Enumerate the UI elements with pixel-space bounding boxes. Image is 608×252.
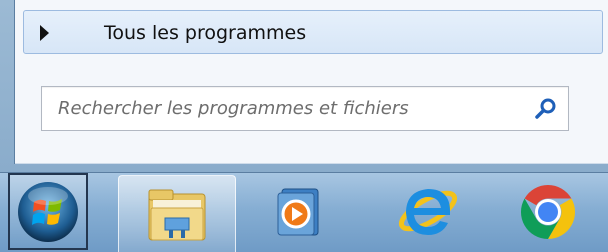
taskbar-media-player-button[interactable] bbox=[262, 173, 342, 252]
all-programs-label: Tous les programmes bbox=[104, 22, 307, 44]
internet-explorer-icon bbox=[398, 189, 458, 235]
start-menu: Tous les programmes bbox=[0, 0, 608, 172]
google-chrome-icon bbox=[520, 185, 576, 239]
taskbar-internet-explorer-button[interactable] bbox=[388, 173, 468, 252]
search-icon[interactable] bbox=[534, 97, 558, 121]
windows-orb-icon bbox=[18, 182, 78, 242]
start-button[interactable] bbox=[8, 173, 88, 250]
windows-media-player-icon bbox=[277, 188, 319, 236]
taskbar-chrome-button[interactable] bbox=[508, 173, 588, 252]
expand-arrow-icon bbox=[40, 25, 49, 41]
taskbar bbox=[0, 172, 608, 252]
search-box[interactable] bbox=[41, 86, 569, 131]
all-programs-button[interactable]: Tous les programmes bbox=[23, 10, 603, 54]
windows-explorer-icon bbox=[148, 189, 206, 241]
search-input[interactable] bbox=[58, 87, 518, 130]
start-menu-panel: Tous les programmes bbox=[14, 0, 608, 164]
taskbar-explorer-button[interactable] bbox=[118, 175, 236, 252]
